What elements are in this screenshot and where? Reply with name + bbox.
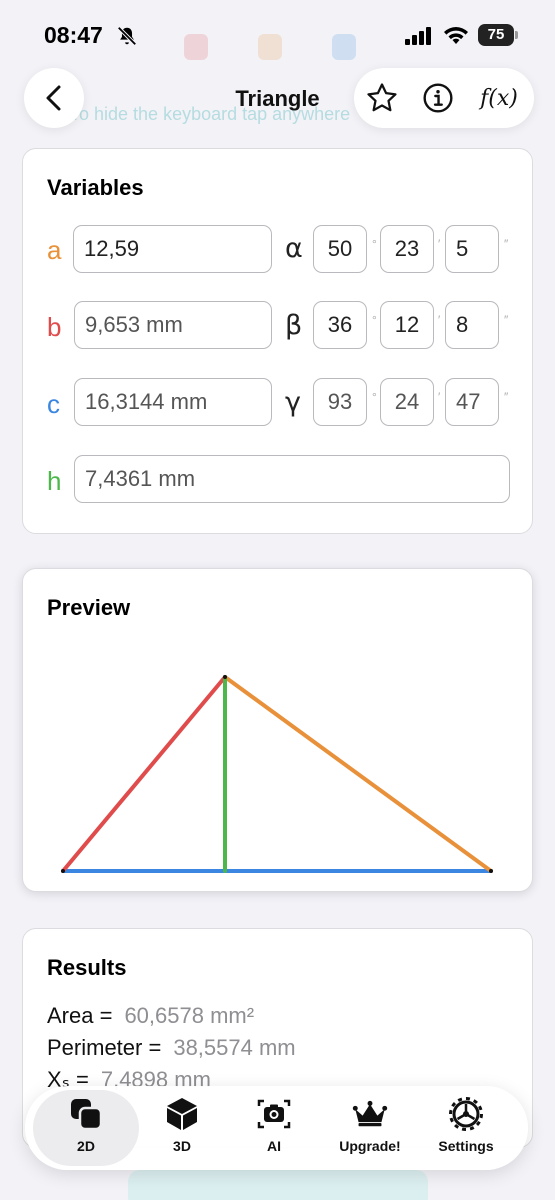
info-button[interactable] (420, 80, 456, 116)
2d-shapes-icon (68, 1096, 104, 1132)
tab-2d-label: 2D (77, 1138, 95, 1154)
beta-seconds-input[interactable]: 8 (445, 301, 499, 349)
cube-icon (164, 1096, 200, 1132)
crown-icon (352, 1096, 388, 1132)
alpha-seconds-input[interactable]: 5 (445, 225, 499, 273)
alpha-symbol: α (285, 233, 303, 264)
header-actions: f(x) (354, 68, 534, 128)
status-time: 08:47 (44, 22, 103, 48)
variables-card: Variables a 12,59 b 9,653 mm c 16,3144 m… (22, 148, 533, 534)
result-perimeter-label: Perimeter = (47, 1035, 162, 1060)
beta-second-mark: ″ (504, 313, 509, 327)
preview-card: Preview (22, 568, 533, 892)
tab-settings[interactable]: Settings (417, 1086, 515, 1170)
alpha-minute-mark: ′ (438, 237, 441, 251)
wifi-icon (444, 27, 468, 44)
info-icon (423, 83, 453, 113)
gamma-minute-mark: ′ (438, 390, 441, 404)
tab-upgrade[interactable]: Upgrade! (321, 1086, 419, 1170)
beta-minute-mark: ′ (438, 313, 441, 327)
beta-minutes-input[interactable]: 12 (380, 301, 434, 349)
battery-indicator: 75 (478, 24, 518, 46)
height-letter: h (47, 466, 62, 496)
side-b-letter: b (47, 312, 62, 342)
formula-label: f(x) (480, 85, 518, 111)
battery-level: 75 (478, 24, 514, 46)
gamma-degrees-input[interactable]: 93 (313, 378, 367, 426)
beta-symbol: β (285, 310, 303, 341)
tab-3d-label: 3D (173, 1138, 191, 1154)
alpha-second-mark: ″ (504, 237, 509, 251)
tab-bar: 2D 3D AI Upgrade! Settings (25, 1086, 528, 1170)
gamma-symbol: γ (285, 387, 301, 418)
gamma-second-mark: ″ (504, 390, 509, 404)
side-a-letter: a (47, 235, 62, 265)
back-button[interactable] (24, 68, 84, 128)
bell-muted-icon (117, 26, 137, 46)
beta-degrees-input[interactable]: 36 (313, 301, 367, 349)
results-title: Results (47, 955, 127, 980)
battery-cap (515, 31, 518, 39)
result-perimeter-value: 38,5574 mm (173, 1035, 296, 1060)
camera-icon (256, 1096, 292, 1132)
chevron-left-icon (46, 85, 61, 111)
vertex-c (223, 675, 227, 679)
page-title: Triangle (235, 86, 320, 111)
gamma-degree-mark: ° (372, 390, 377, 404)
alpha-degree-mark: ° (372, 237, 377, 251)
triangle-preview (61, 675, 493, 873)
variables-title: Variables (47, 175, 144, 200)
side-a-line (223, 675, 493, 873)
tab-3d[interactable]: 3D (133, 1086, 231, 1170)
result-area-value: 60,6578 mm² (124, 1003, 255, 1028)
gamma-seconds-input[interactable]: 47 (445, 378, 499, 426)
formula-button[interactable]: f(x) (474, 80, 524, 116)
gamma-minutes-input[interactable]: 24 (380, 378, 434, 426)
background-button (128, 1170, 428, 1200)
side-b-input[interactable]: 9,653 mm (74, 301, 272, 349)
result-area-label: Area = (47, 1003, 113, 1028)
background-toolbar (170, 26, 430, 66)
side-b-line (61, 675, 227, 873)
vertex-b (489, 869, 493, 873)
tab-ai-label: AI (267, 1138, 281, 1154)
gear-icon (448, 1096, 484, 1132)
height-input[interactable]: 7,4361 mm (74, 455, 510, 503)
star-icon (367, 83, 397, 112)
result-area: Area = 60,6578 mm² (47, 1003, 254, 1029)
alpha-minutes-input[interactable]: 23 (380, 225, 434, 273)
side-c-letter: c (47, 389, 60, 419)
side-c-input[interactable]: 16,3144 mm (74, 378, 272, 426)
side-a-input[interactable]: 12,59 (73, 225, 272, 273)
tab-ai[interactable]: AI (225, 1086, 323, 1170)
tab-upgrade-label: Upgrade! (339, 1138, 401, 1154)
tab-settings-label: Settings (438, 1138, 494, 1154)
result-perimeter: Perimeter = 38,5574 mm (47, 1035, 296, 1061)
favorite-button[interactable] (364, 80, 400, 116)
alpha-degrees-input[interactable]: 50 (313, 225, 367, 273)
vertex-a (61, 869, 65, 873)
beta-degree-mark: ° (372, 313, 377, 327)
tab-2d[interactable]: 2D (33, 1090, 139, 1166)
